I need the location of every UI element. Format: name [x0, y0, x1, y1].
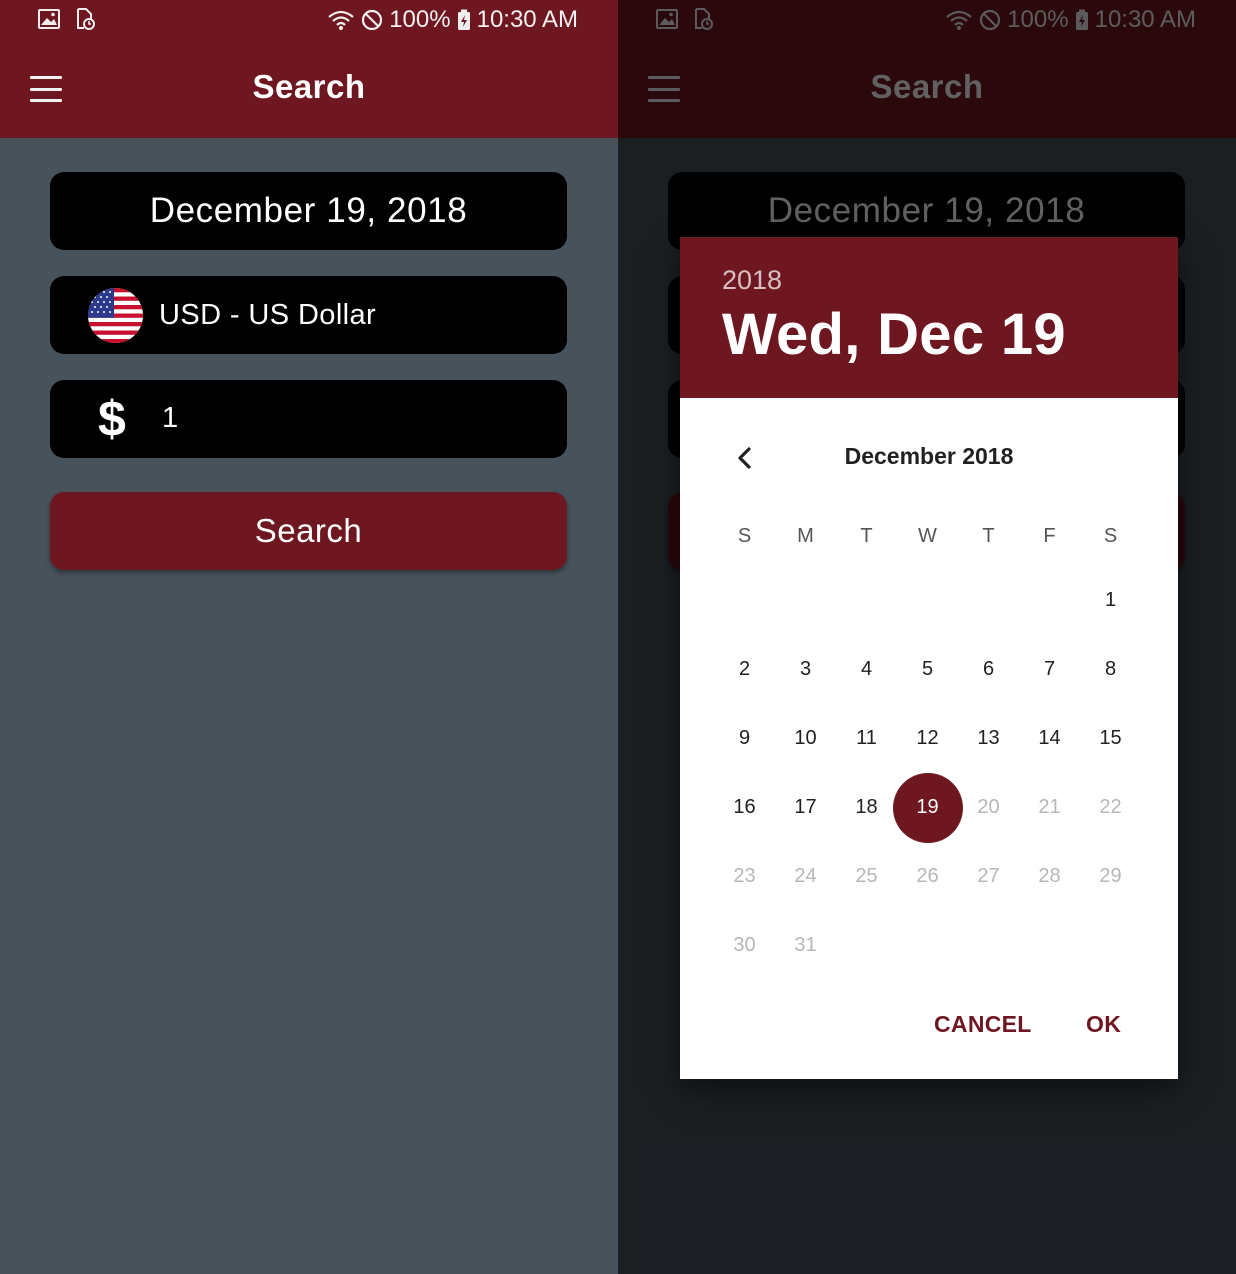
calendar-day: 20	[977, 796, 1000, 818]
weekday-header: T	[860, 525, 873, 547]
calendar-day[interactable]: 14	[1019, 704, 1080, 773]
calendar-day[interactable]: 10	[775, 704, 836, 773]
calendar-grid: S M T W T F S 1 2 3 4 5 6 7 8 9 10 11 12 13 14 15 16 17 18 19 20 21…	[714, 237, 1141, 1079]
amount-value: 1	[162, 402, 179, 434]
calendar-day: 29	[1099, 865, 1122, 887]
calendar-day[interactable]: 4	[836, 635, 897, 704]
page-title: Search	[252, 68, 366, 105]
weekday-header: T	[982, 525, 995, 547]
storage-sync-icon	[74, 8, 96, 30]
weekday-header: S	[737, 525, 752, 547]
calendar-day-selected[interactable]: 19	[892, 772, 963, 843]
wifi-icon	[327, 9, 355, 31]
calendar-day[interactable]: 8	[1080, 635, 1141, 704]
calendar-day: 30	[733, 934, 756, 956]
calendar-day[interactable]: 2	[714, 635, 775, 704]
calendar-day[interactable]: 16	[714, 773, 775, 842]
calendar-day[interactable]: 15	[1080, 704, 1141, 773]
weekday-header: M	[797, 525, 814, 547]
calendar-day[interactable]: 12	[897, 704, 958, 773]
calendar-day[interactable]: 1	[1080, 566, 1141, 635]
calendar-day: 24	[794, 865, 817, 887]
calendar-day[interactable]: 13	[958, 704, 1019, 773]
calendar-day: 23	[733, 865, 756, 887]
calendar-day[interactable]: 5	[897, 635, 958, 704]
calendar-day: 26	[916, 865, 939, 887]
currency-selector[interactable]: USD - US Dollar	[50, 276, 567, 354]
calendar-day: 27	[977, 865, 1000, 887]
status-bar: 100% 10:30 AM	[0, 0, 618, 44]
calendar-day: 31	[794, 934, 817, 956]
amount-field[interactable]: $ 1	[50, 380, 567, 458]
clock: 10:30 AM	[476, 6, 578, 33]
image-icon	[38, 8, 60, 30]
ok-button[interactable]: OK	[1086, 1011, 1121, 1038]
date-picker-screen: 100% 10:30 AM Search December 19, 2018 2…	[618, 0, 1236, 1274]
calendar-day: 21	[1038, 796, 1061, 818]
app-bar: 100% 10:30 AM Search	[0, 0, 618, 138]
calendar-day[interactable]: 7	[1019, 635, 1080, 704]
currency-label: USD - US Dollar	[159, 299, 377, 331]
calendar-day[interactable]: 6	[958, 635, 1019, 704]
calendar-day[interactable]: 9	[714, 704, 775, 773]
weekday-header: F	[1043, 525, 1056, 547]
search-screen: 100% 10:30 AM Search December 19, 2018 U…	[0, 0, 618, 1274]
calendar-day: 25	[855, 865, 878, 887]
calendar-day[interactable]: 18	[836, 773, 897, 842]
battery-charging-icon	[457, 9, 471, 31]
date-field[interactable]: December 19, 2018	[50, 172, 567, 250]
do-not-disturb-icon	[361, 9, 383, 31]
calendar-day[interactable]: 3	[775, 635, 836, 704]
calendar-day: 22	[1099, 796, 1122, 818]
calendar-day[interactable]: 17	[775, 773, 836, 842]
calendar-day[interactable]: 11	[836, 704, 897, 773]
weekday-header: W	[918, 525, 937, 547]
dollar-sign-icon: $	[98, 391, 126, 447]
search-button[interactable]: Search	[50, 492, 567, 570]
calendar-day: 28	[1038, 865, 1061, 887]
cancel-button[interactable]: CANCEL	[934, 1011, 1032, 1038]
date-value: December 19, 2018	[149, 191, 468, 230]
date-picker-dialog: 2018 Wed, Dec 19 December 2018 SMTWTFS12…	[680, 237, 1178, 1079]
us-flag-icon	[88, 288, 143, 343]
weekday-header: S	[1103, 525, 1118, 547]
battery-percent: 100%	[389, 6, 451, 33]
